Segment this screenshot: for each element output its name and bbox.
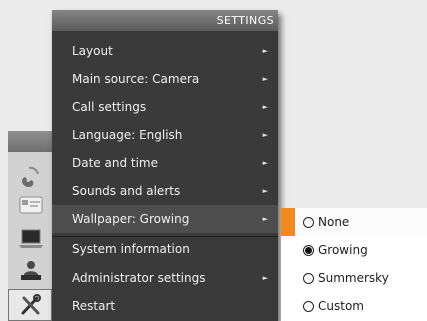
menu-item-language[interactable]: Language: English ► (52, 121, 278, 149)
user-presenter-icon[interactable] (18, 259, 44, 283)
option-label: None (318, 215, 350, 229)
chevron-right-icon: ► (262, 75, 268, 83)
radio-unchecked-icon (303, 301, 314, 312)
chevron-right-icon: ► (262, 187, 268, 195)
menu-item-label: Layout (72, 44, 113, 58)
menu-item-system-information[interactable]: System information (52, 235, 278, 263)
wallpaper-option-custom[interactable]: Custom (281, 292, 427, 320)
menu-title: SETTINGS (52, 10, 278, 31)
settings-menu: SETTINGS Layout ► Main source: Camera ► … (52, 10, 278, 321)
dock-header (8, 131, 52, 152)
focus-accent (281, 208, 295, 236)
laptop-icon[interactable] (18, 227, 44, 251)
menu-item-restart[interactable]: Restart (52, 292, 278, 320)
chevron-right-icon: ► (262, 47, 268, 55)
tools-icon[interactable] (18, 293, 44, 317)
menu-item-label: Administrator settings (72, 271, 206, 285)
menu-item-date-time[interactable]: Date and time ► (52, 149, 278, 177)
option-label: Summersky (318, 271, 389, 285)
menu-item-label: System information (72, 242, 190, 256)
wallpaper-option-none[interactable]: None (281, 208, 427, 236)
menu-item-layout[interactable]: Layout ► (52, 37, 278, 65)
option-label: Growing (318, 243, 368, 257)
menu-item-label: Restart (72, 299, 116, 313)
menu-item-label: Wallpaper: Growing (72, 212, 190, 226)
menu-item-administrator-settings[interactable]: Administrator settings ► (52, 264, 278, 292)
chevron-right-icon: ► (262, 274, 268, 282)
menu-item-label: Language: English (72, 128, 183, 142)
wallpaper-option-summersky[interactable]: Summersky (281, 264, 427, 292)
wallpaper-submenu: None Growing Summersky Custom (281, 208, 427, 321)
menu-item-wallpaper[interactable]: Wallpaper: Growing ► (52, 205, 278, 233)
menu-item-main-source[interactable]: Main source: Camera ► (52, 65, 278, 93)
menu-item-label: Call settings (72, 100, 147, 114)
option-label: Custom (318, 299, 364, 313)
phone-handset-icon[interactable] (18, 165, 44, 189)
chevron-right-icon: ► (262, 159, 268, 167)
chevron-right-icon: ► (262, 103, 268, 111)
wallpaper-option-growing[interactable]: Growing (281, 236, 427, 264)
menu-item-label: Sounds and alerts (72, 184, 181, 198)
menu-item-label: Date and time (72, 156, 158, 170)
left-dock (8, 131, 52, 321)
chevron-right-icon: ► (262, 131, 268, 139)
radio-unchecked-icon (303, 217, 314, 228)
calendar-card-icon[interactable] (18, 193, 44, 217)
chevron-right-icon: ► (262, 215, 268, 223)
menu-item-sounds-alerts[interactable]: Sounds and alerts ► (52, 177, 278, 205)
radio-checked-icon (303, 245, 314, 256)
menu-item-call-settings[interactable]: Call settings ► (52, 93, 278, 121)
radio-unchecked-icon (303, 273, 314, 284)
menu-item-label: Main source: Camera (72, 72, 200, 86)
